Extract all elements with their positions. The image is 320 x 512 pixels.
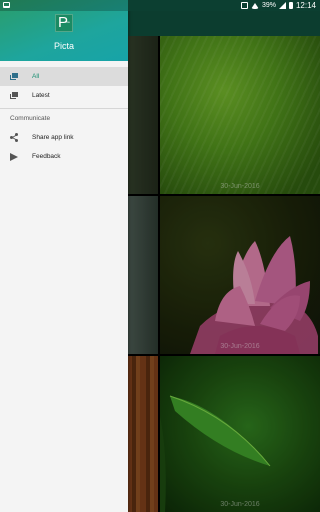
nav-item-label: All xyxy=(32,73,40,80)
signal-icon xyxy=(278,2,286,9)
mail-notification-icon xyxy=(3,2,10,8)
app-logo: P icta xyxy=(55,14,73,32)
mute-icon xyxy=(240,2,248,9)
nav-item-label: Latest xyxy=(32,92,50,99)
status-bar-left xyxy=(0,0,128,11)
share-icon xyxy=(10,133,18,142)
status-icons: 39% 12:14 xyxy=(240,0,316,11)
nav-item-label: Share app link xyxy=(32,134,74,141)
navigation-drawer: P icta Picta All Latest Communicate Shar… xyxy=(0,0,128,512)
wifi-icon xyxy=(250,2,259,9)
clock: 12:14 xyxy=(295,1,316,10)
drawer-divider xyxy=(0,108,128,109)
drawer-scrim[interactable] xyxy=(128,11,320,512)
nav-item-label: Feedback xyxy=(32,153,61,160)
status-bar: 39% 12:14 xyxy=(0,0,320,11)
nav-item-latest[interactable]: Latest xyxy=(0,86,128,105)
section-title: Communicate xyxy=(10,115,51,122)
nav-item-feedback[interactable]: Feedback xyxy=(0,147,128,166)
battery-percent: 39% xyxy=(261,2,276,9)
status-bar-right: 39% 12:14 xyxy=(128,0,320,11)
nav-item-share-app-link[interactable]: Share app link xyxy=(0,128,128,147)
app-name: Picta xyxy=(53,41,74,51)
photo-stack-icon xyxy=(10,73,18,80)
send-icon xyxy=(10,153,18,161)
screen: 39% 12:14 30-Jun-2016 30-Jun-2016 30-Jun… xyxy=(0,0,320,512)
battery-icon xyxy=(288,2,293,9)
nav-item-all[interactable]: All xyxy=(0,67,128,86)
photo-stack-icon xyxy=(10,92,18,99)
